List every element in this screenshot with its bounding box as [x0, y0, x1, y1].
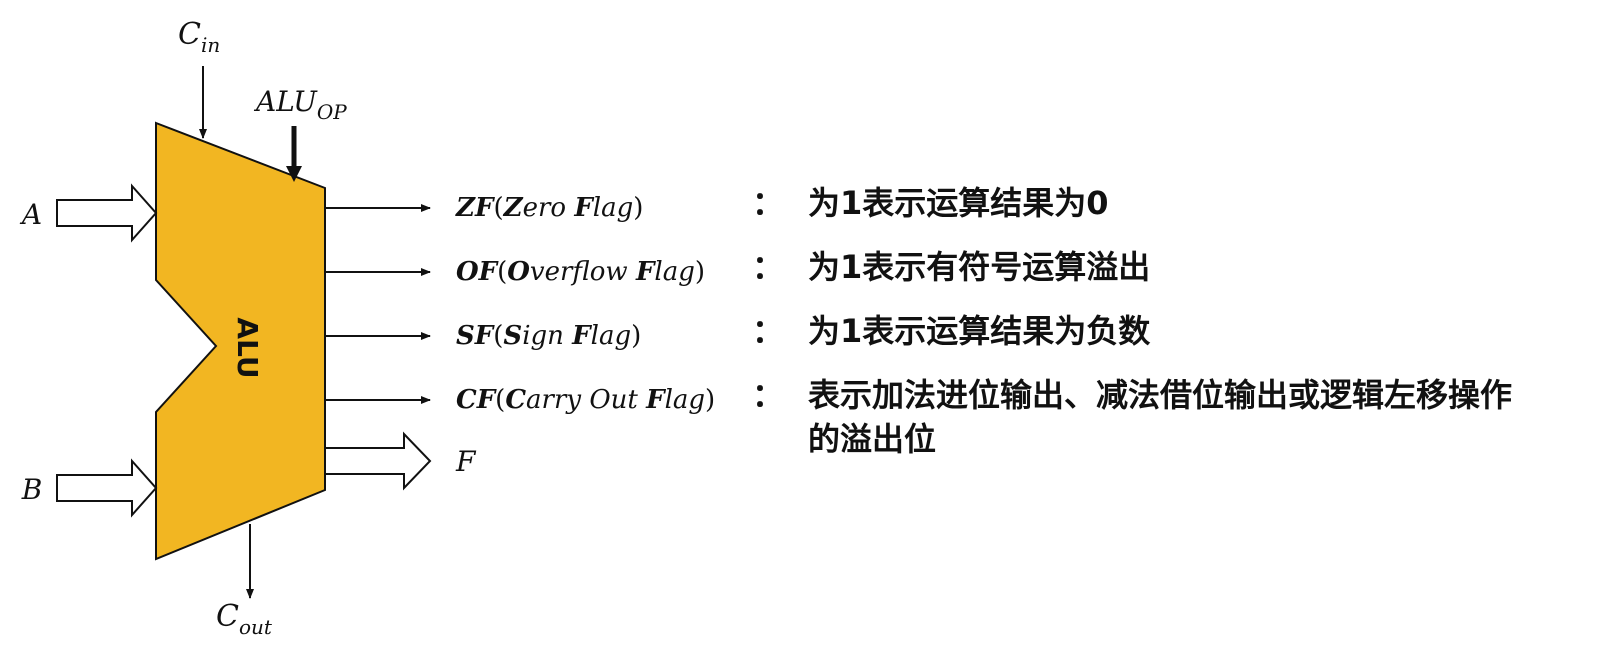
alu-label: ALU [231, 317, 264, 378]
zf-flag-label: ZF(Zero Flag) [455, 193, 643, 223]
cf-description-line-2: 的溢出位 [808, 420, 936, 458]
cout-label: Cout [216, 599, 273, 639]
sf-flag-label: SF(Sign Flag) [456, 321, 641, 351]
of-colon: ： [752, 248, 784, 286]
aluop-label: ALUOP [253, 85, 347, 124]
input-a-label: A [19, 198, 42, 231]
input-b-label: B [21, 473, 43, 506]
of-description: 为1表示有符号运算溢出 [808, 248, 1150, 286]
cf-flag-label: CF(Carry Out Flag) [456, 385, 715, 415]
result-f-label: F [455, 445, 477, 478]
result-f-arrow [324, 431, 432, 491]
sf-description: 为1表示运算结果为负数 [808, 312, 1151, 350]
cf-colon: ： [752, 376, 784, 414]
zf-colon: ： [752, 184, 784, 222]
of-flag-label: OF(Overflow Flag) [456, 257, 705, 287]
flag-rows: ZF(Zero Flag) ： 为1表示运算结果为0 OF(Overflow Flag… [455, 184, 1512, 458]
input-b-arrow [56, 458, 158, 518]
cf-description: 表示加法进位输出、减法借位输出或逻辑左移操作 [808, 376, 1512, 414]
alu-diagram: ALU A B Cin ALUOP Cout F ZF(Zero Flag) ： 为… [19, 17, 1512, 639]
input-a-arrow [56, 183, 158, 243]
zf-description: 为1表示运算结果为0 [808, 184, 1109, 222]
sf-colon: ： [752, 312, 784, 350]
cin-label: Cin [178, 17, 220, 57]
